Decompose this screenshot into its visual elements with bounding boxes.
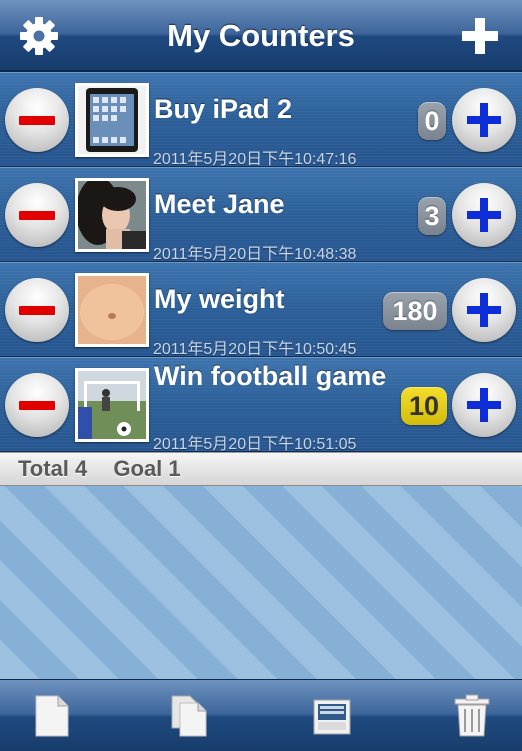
background-area: [0, 486, 522, 679]
counter-name: Win football game: [154, 361, 387, 391]
counter-name: Buy iPad 2: [154, 94, 293, 124]
counter-name: My weight: [154, 284, 285, 314]
portrait-photo: [78, 181, 146, 249]
counter-row[interactable]: Buy iPad 2 2011年5月20日下午10:47:16 0: [0, 72, 522, 168]
counter-thumbnail[interactable]: [75, 368, 149, 442]
counter-thumbnail[interactable]: [75, 178, 149, 252]
plus-icon: [462, 18, 498, 54]
count-badge: 180: [383, 292, 447, 330]
goal-reached-badge: 10: [401, 387, 447, 425]
increment-button[interactable]: [452, 88, 516, 152]
add-counter-button[interactable]: [458, 14, 502, 58]
ipad-photo: [78, 86, 146, 154]
inbox-tray-icon: [313, 699, 351, 735]
counter-date: 2011年5月20日下午10:51:05: [153, 436, 357, 453]
copy-documents-button[interactable]: [170, 694, 210, 738]
counter-thumbnail[interactable]: [75, 273, 149, 347]
goal-count: Goal 1: [113, 456, 181, 481]
count-badge: 0: [418, 102, 446, 140]
increment-button[interactable]: [452, 373, 516, 437]
counter-date: 2011年5月20日下午10:50:45: [153, 341, 357, 358]
navigation-bar: My Counters: [0, 0, 522, 72]
delete-button[interactable]: [452, 694, 492, 738]
minus-icon: [19, 211, 55, 220]
counter-date: 2011年5月20日下午10:47:16: [153, 151, 357, 168]
count-badge: 3: [418, 197, 446, 235]
counter-row[interactable]: My weight 2011年5月20日下午10:50:45 180: [0, 262, 522, 358]
new-document-icon: [35, 695, 69, 737]
decrement-button[interactable]: [5, 278, 69, 342]
minus-icon: [19, 116, 55, 125]
new-document-button[interactable]: [32, 694, 72, 738]
football-photo: [78, 371, 146, 439]
bottom-toolbar: [0, 679, 522, 751]
counter-thumbnail[interactable]: [75, 83, 149, 157]
minus-icon: [19, 401, 55, 410]
counter-row[interactable]: Meet Jane 2011年5月20日下午10:48:38 3: [0, 167, 522, 263]
tray-button[interactable]: [312, 694, 352, 738]
copy-documents-icon: [171, 695, 207, 737]
minus-icon: [19, 306, 55, 315]
decrement-button[interactable]: [5, 88, 69, 152]
decrement-button[interactable]: [5, 183, 69, 247]
trash-icon: [454, 694, 490, 737]
summary-bar: Total 4 Goal 1: [0, 452, 522, 486]
increment-button[interactable]: [452, 183, 516, 247]
decrement-button[interactable]: [5, 373, 69, 437]
counter-name: Meet Jane: [154, 189, 285, 219]
belly-photo: [78, 276, 146, 344]
total-count: Total 4: [18, 456, 88, 481]
counter-row[interactable]: Win football game 2011年5月20日下午10:51:05 1…: [0, 357, 522, 453]
page-title: My Counters: [167, 18, 355, 53]
increment-button[interactable]: [452, 278, 516, 342]
counter-date: 2011年5月20日下午10:48:38: [153, 246, 357, 263]
counter-list: Buy iPad 2 2011年5月20日下午10:47:16 0 Meet J…: [0, 72, 522, 453]
